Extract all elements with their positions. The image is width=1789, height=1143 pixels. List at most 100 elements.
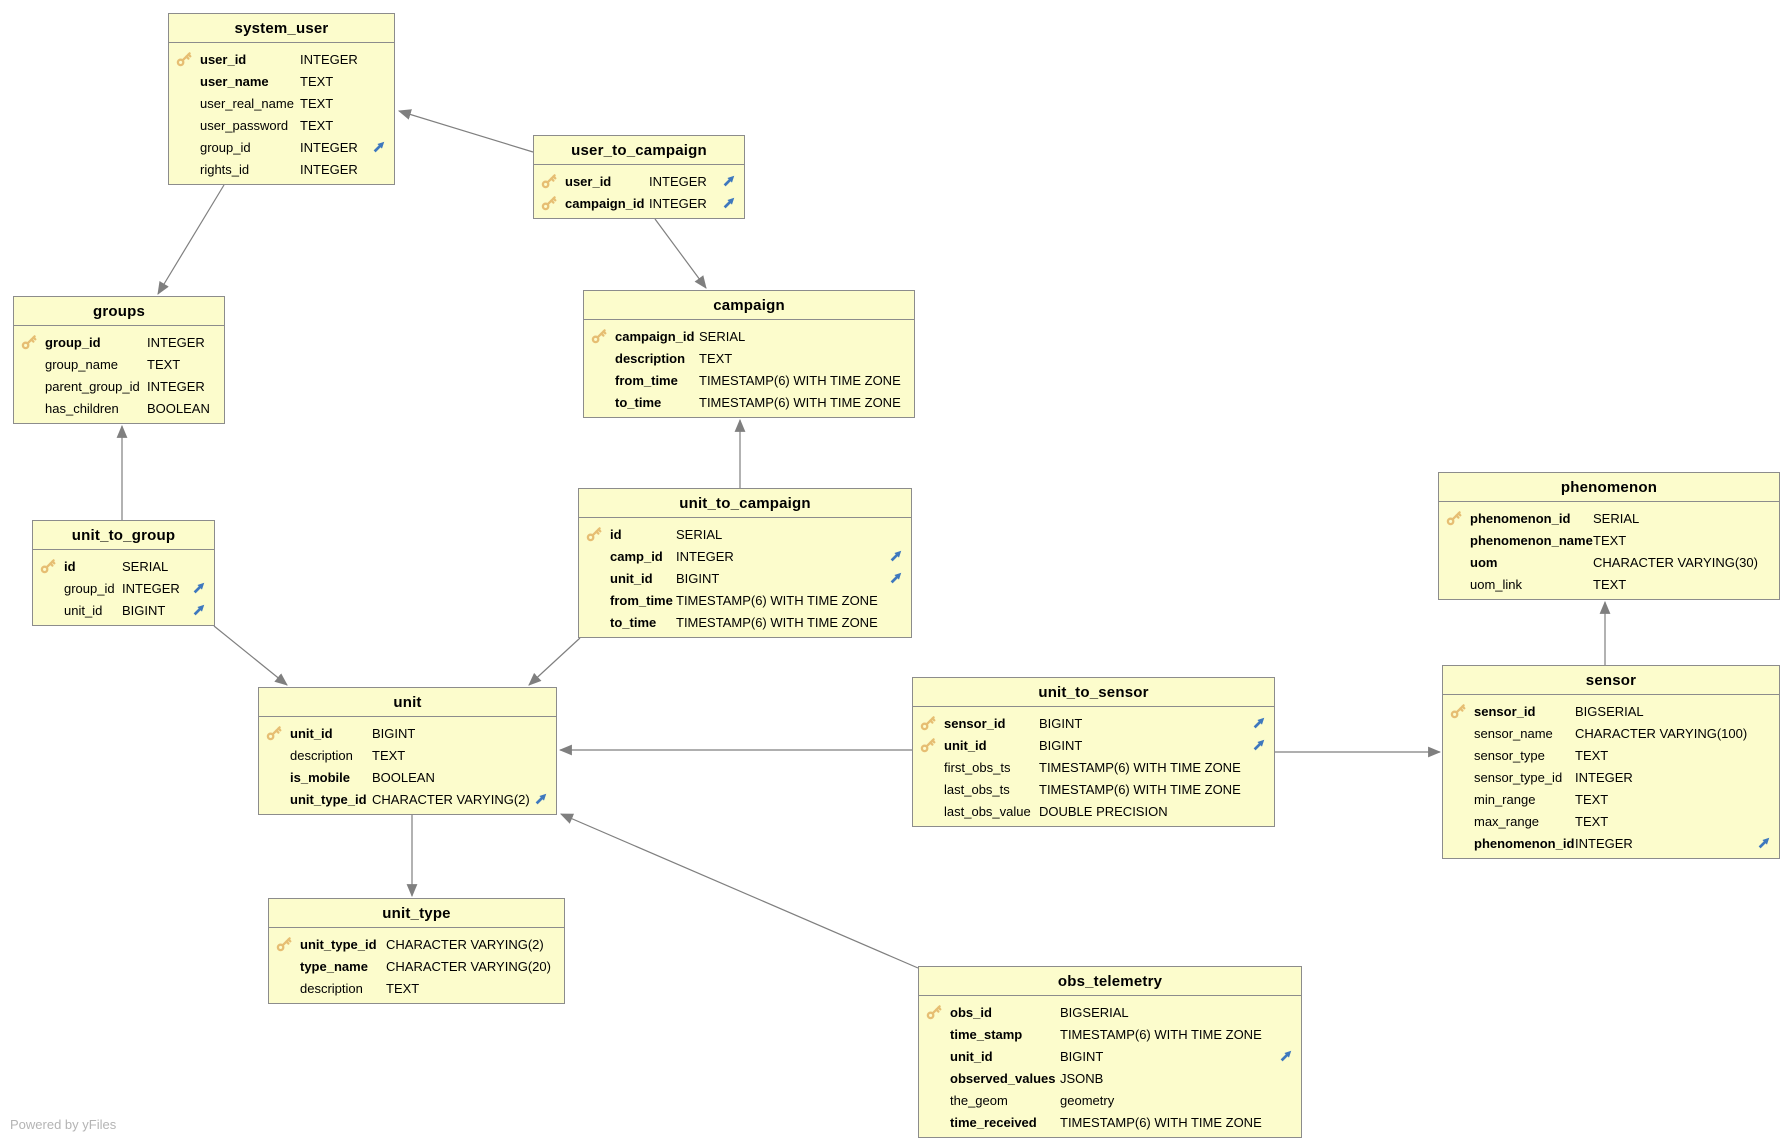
column-row: max_rangeTEXT: [1443, 810, 1779, 832]
column-row: obs_idBIGSERIAL: [919, 1001, 1301, 1023]
column-row: parent_group_idINTEGER: [14, 375, 224, 397]
entity-user_to_campaign[interactable]: user_to_campaignuser_idINTEGERcampaign_i…: [533, 135, 745, 219]
column-row: from_timeTIMESTAMP(6) WITH TIME ZONE: [584, 369, 914, 391]
column-type: BIGINT: [122, 603, 192, 618]
column-name: description: [300, 981, 386, 996]
column-name: from_time: [610, 593, 676, 608]
entity-columns: obs_idBIGSERIALtime_stampTIMESTAMP(6) WI…: [919, 996, 1301, 1137]
column-name: rights_id: [200, 162, 300, 177]
column-type: CHARACTER VARYING(2): [372, 792, 534, 807]
entity-unit_type[interactable]: unit_typeunit_type_idCHARACTER VARYING(2…: [268, 898, 565, 1004]
column-type: CHARACTER VARYING(100): [1575, 726, 1779, 741]
column-name: unit_id: [610, 571, 676, 586]
column-name: group_id: [64, 581, 122, 596]
primary-key-icon: [584, 328, 615, 344]
column-type: CHARACTER VARYING(30): [1593, 555, 1779, 570]
entities-layer: system_useruser_idINTEGERuser_nameTEXTus…: [0, 0, 1789, 1143]
column-type: INTEGER: [676, 549, 889, 564]
column-name: sensor_id: [944, 716, 1039, 731]
column-type: TIMESTAMP(6) WITH TIME ZONE: [1060, 1115, 1301, 1130]
column-name: last_obs_ts: [944, 782, 1039, 797]
column-type: TEXT: [300, 74, 394, 89]
column-type: TEXT: [147, 357, 224, 372]
primary-key-icon: [269, 936, 300, 952]
column-name: unit_type_id: [300, 937, 386, 952]
column-row: unit_idBIGINT: [913, 734, 1274, 756]
entity-unit[interactable]: unitunit_idBIGINTdescriptionTEXTis_mobil…: [258, 687, 557, 815]
column-name: uom_link: [1470, 577, 1593, 592]
column-name: first_obs_ts: [944, 760, 1039, 775]
entity-phenomenon[interactable]: phenomenonphenomenon_idSERIALphenomenon_…: [1438, 472, 1780, 600]
column-row: sensor_type_idINTEGER: [1443, 766, 1779, 788]
entity-title: user_to_campaign: [534, 136, 744, 165]
entity-unit_to_sensor[interactable]: unit_to_sensorsensor_idBIGINTunit_idBIGI…: [912, 677, 1275, 827]
column-row: has_childrenBOOLEAN: [14, 397, 224, 419]
entity-unit_to_campaign[interactable]: unit_to_campaignidSERIALcamp_idINTEGERun…: [578, 488, 912, 638]
entity-sensor[interactable]: sensorsensor_idBIGSERIALsensor_nameCHARA…: [1442, 665, 1780, 859]
column-type: INTEGER: [300, 52, 394, 67]
entity-columns: user_idINTEGERuser_nameTEXTuser_real_nam…: [169, 43, 394, 184]
column-row: min_rangeTEXT: [1443, 788, 1779, 810]
column-row: phenomenon_idINTEGER: [1443, 832, 1779, 854]
primary-key-icon: [259, 725, 290, 741]
entity-system_user[interactable]: system_useruser_idINTEGERuser_nameTEXTus…: [168, 13, 395, 185]
column-type: CHARACTER VARYING(2): [386, 937, 564, 952]
column-row: descriptionTEXT: [269, 977, 564, 999]
primary-key-icon: [579, 526, 610, 542]
column-type: INTEGER: [1575, 836, 1757, 851]
column-row: user_idINTEGER: [534, 170, 744, 192]
foreign-key-icon: [722, 196, 744, 210]
column-name: user_password: [200, 118, 300, 133]
column-name: user_id: [200, 52, 300, 67]
entity-title: groups: [14, 297, 224, 326]
foreign-key-icon: [1279, 1049, 1301, 1063]
column-name: user_name: [200, 74, 300, 89]
column-row: unit_idBIGINT: [579, 567, 911, 589]
column-name: sensor_id: [1474, 704, 1575, 719]
column-type: BIGINT: [1060, 1049, 1279, 1064]
column-type: SERIAL: [676, 527, 911, 542]
column-row: uomCHARACTER VARYING(30): [1439, 551, 1779, 573]
column-type: TEXT: [1593, 577, 1779, 592]
column-type: INTEGER: [1575, 770, 1779, 785]
column-name: sensor_type_id: [1474, 770, 1575, 785]
powered-by-label: Powered by yFiles: [10, 1117, 116, 1132]
column-name: min_range: [1474, 792, 1575, 807]
primary-key-icon: [534, 173, 565, 189]
column-name: parent_group_id: [45, 379, 147, 394]
column-type: INTEGER: [300, 140, 372, 155]
column-name: has_children: [45, 401, 147, 416]
column-name: time_stamp: [950, 1027, 1060, 1042]
column-row: rights_idINTEGER: [169, 158, 394, 180]
entity-unit_to_group[interactable]: unit_to_groupidSERIALgroup_idINTEGERunit…: [32, 520, 215, 626]
foreign-key-icon: [1252, 716, 1274, 730]
column-row: user_nameTEXT: [169, 70, 394, 92]
column-name: obs_id: [950, 1005, 1060, 1020]
entity-title: unit: [259, 688, 556, 717]
column-type: DOUBLE PRECISION: [1039, 804, 1274, 819]
column-name: group_id: [45, 335, 147, 350]
column-name: phenomenon_id: [1474, 836, 1575, 851]
column-type: TIMESTAMP(6) WITH TIME ZONE: [676, 593, 911, 608]
entity-groups[interactable]: groupsgroup_idINTEGERgroup_nameTEXTparen…: [13, 296, 225, 424]
column-name: sensor_name: [1474, 726, 1575, 741]
column-row: idSERIAL: [579, 523, 911, 545]
entity-obs_telemetry[interactable]: obs_telemetryobs_idBIGSERIALtime_stampTI…: [918, 966, 1302, 1138]
column-name: unit_id: [950, 1049, 1060, 1064]
entity-campaign[interactable]: campaigncampaign_idSERIALdescriptionTEXT…: [583, 290, 915, 418]
column-name: description: [290, 748, 372, 763]
foreign-key-icon: [889, 571, 911, 585]
entity-columns: unit_type_idCHARACTER VARYING(2)type_nam…: [269, 928, 564, 1003]
foreign-key-icon: [889, 549, 911, 563]
column-row: from_timeTIMESTAMP(6) WITH TIME ZONE: [579, 589, 911, 611]
entity-columns: user_idINTEGERcampaign_idINTEGER: [534, 165, 744, 218]
column-name: unit_id: [944, 738, 1039, 753]
column-type: INTEGER: [649, 174, 722, 189]
foreign-key-icon: [1757, 836, 1779, 850]
column-type: BOOLEAN: [372, 770, 556, 785]
primary-key-icon: [1443, 703, 1474, 719]
entity-columns: idSERIALcamp_idINTEGERunit_idBIGINTfrom_…: [579, 518, 911, 637]
column-type: INTEGER: [300, 162, 394, 177]
entity-columns: campaign_idSERIALdescriptionTEXTfrom_tim…: [584, 320, 914, 417]
column-type: BIGSERIAL: [1060, 1005, 1301, 1020]
